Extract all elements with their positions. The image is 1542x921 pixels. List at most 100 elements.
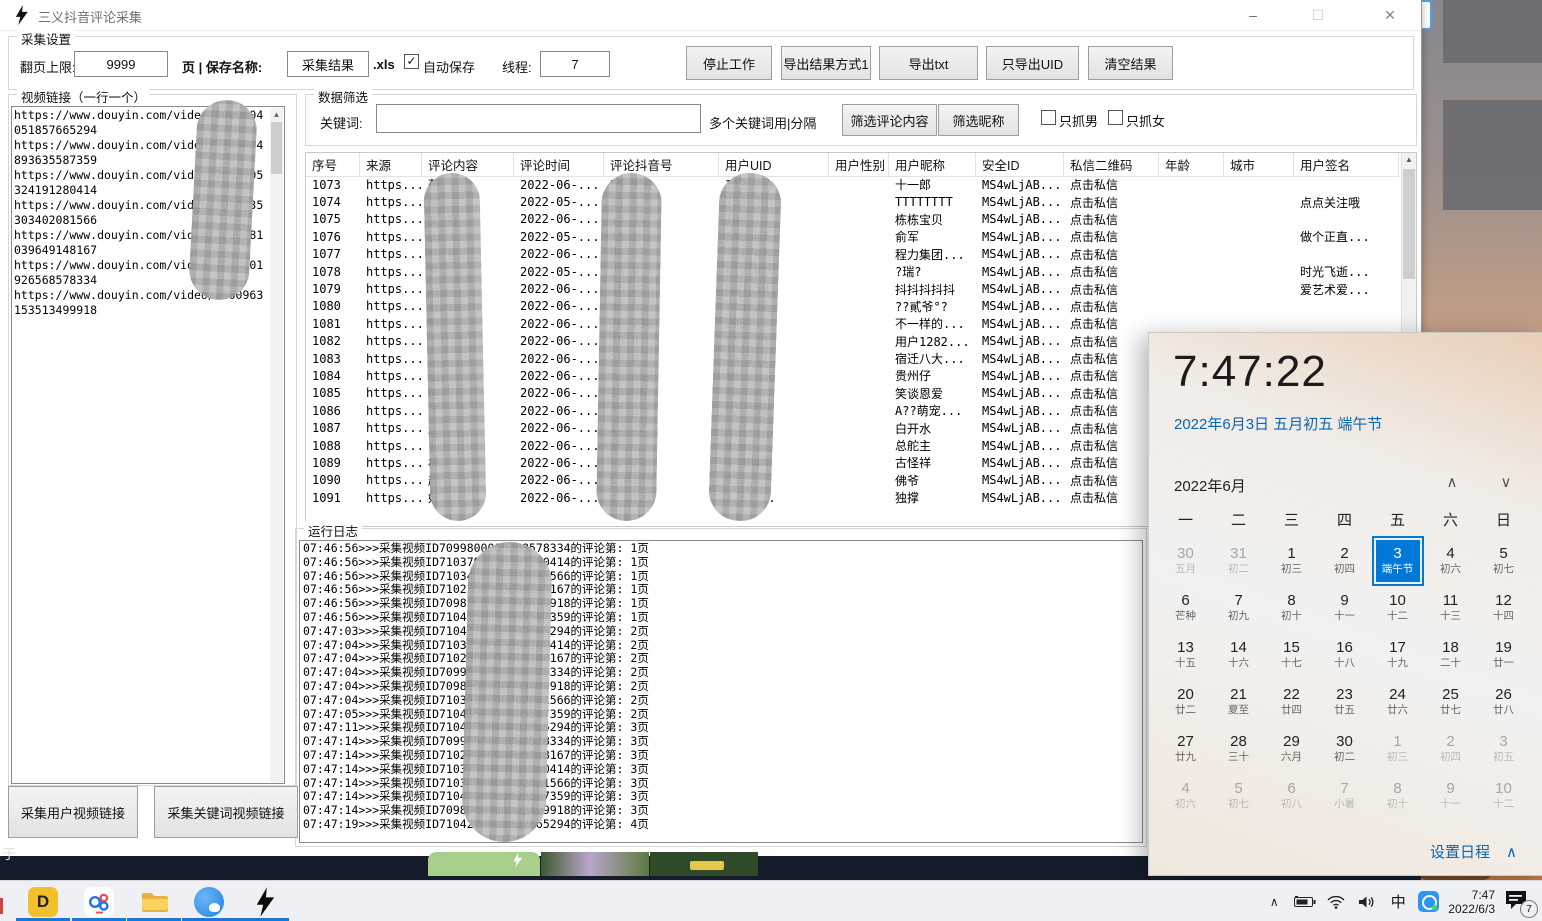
table-cell: MS4wLjAB... bbox=[976, 317, 1064, 331]
close-button[interactable]: ✕ bbox=[1370, 0, 1410, 30]
column-header[interactable]: 序号 bbox=[306, 153, 360, 176]
scroll-up-icon[interactable]: ▲ bbox=[1402, 155, 1416, 164]
calendar-day[interactable]: 17十九 bbox=[1371, 631, 1424, 678]
tray-qq-browser-icon[interactable] bbox=[1418, 891, 1439, 912]
volume-icon[interactable] bbox=[1356, 891, 1378, 913]
table-cell: 2022-06-... bbox=[514, 439, 604, 453]
calendar-day[interactable]: 1初三 bbox=[1371, 725, 1424, 772]
calendar-day[interactable]: 7小暑 bbox=[1318, 772, 1371, 819]
column-header[interactable]: 用户UID bbox=[719, 153, 829, 176]
keyword-input[interactable] bbox=[376, 104, 701, 133]
taskbar-file-explorer-icon[interactable] bbox=[140, 887, 170, 917]
threads-input[interactable]: 7 bbox=[540, 51, 610, 77]
calendar-day[interactable]: 3初五 bbox=[1477, 725, 1530, 772]
collect-keyword-videos-button[interactable]: 采集关键词视频链接 bbox=[154, 786, 298, 838]
calendar-day[interactable]: 2初四 bbox=[1424, 725, 1477, 772]
calendar-day[interactable]: 22廿四 bbox=[1265, 678, 1318, 725]
save-name-input[interactable]: 采集结果 bbox=[287, 51, 369, 77]
calendar-day[interactable]: 27廿九 bbox=[1159, 725, 1212, 772]
scroll-up-icon[interactable]: ▲ bbox=[270, 108, 283, 121]
calendar-day[interactable]: 23廿五 bbox=[1318, 678, 1371, 725]
calendar-day[interactable]: 8初十 bbox=[1265, 584, 1318, 631]
calendar-day[interactable]: 28三十 bbox=[1212, 725, 1265, 772]
table-scroll-thumb[interactable] bbox=[1403, 169, 1415, 279]
taskbar-douyin-tool-icon[interactable]: D bbox=[28, 887, 58, 917]
calendar-day[interactable]: 6初八 bbox=[1265, 772, 1318, 819]
minimize-button[interactable]: – bbox=[1233, 0, 1273, 30]
export-uid-only-button[interactable]: 只导出UID bbox=[986, 46, 1079, 80]
calendar-day[interactable]: 11十三 bbox=[1424, 584, 1477, 631]
calendar-day[interactable]: 18二十 bbox=[1424, 631, 1477, 678]
collect-user-videos-button[interactable]: 采集用户视频链接 bbox=[8, 786, 138, 838]
calendar-next-icon[interactable]: ∨ bbox=[1491, 473, 1521, 495]
calendar-day[interactable]: 2初四 bbox=[1318, 537, 1371, 584]
calendar-day[interactable]: 30初二 bbox=[1318, 725, 1371, 772]
calendar-prev-icon[interactable]: ∧ bbox=[1437, 473, 1467, 495]
calendar-day[interactable]: 5初七 bbox=[1477, 537, 1530, 584]
calendar-day[interactable]: 4初六 bbox=[1424, 537, 1477, 584]
column-header[interactable]: 用户昵称 bbox=[889, 153, 976, 176]
calendar-day[interactable]: 29六月 bbox=[1265, 725, 1318, 772]
female-only-checkbox[interactable] bbox=[1108, 110, 1123, 125]
column-header[interactable]: 年龄 bbox=[1159, 153, 1224, 176]
links-scrollbar[interactable]: ▲ bbox=[270, 108, 283, 782]
wifi-icon[interactable] bbox=[1325, 891, 1347, 913]
calendar-day-selected[interactable]: 3端午节 bbox=[1376, 540, 1420, 582]
calendar-day[interactable]: 10十二 bbox=[1371, 584, 1424, 631]
column-header[interactable]: 城市 bbox=[1224, 153, 1294, 176]
calendar-day[interactable]: 19廿一 bbox=[1477, 631, 1530, 678]
export-result-mode1-button[interactable]: 导出结果方式1 bbox=[781, 46, 871, 80]
calendar-day[interactable]: 13十五 bbox=[1159, 631, 1212, 678]
calendar-day[interactable]: 6芒种 bbox=[1159, 584, 1212, 631]
calendar-day[interactable]: 24廿六 bbox=[1371, 678, 1424, 725]
calendar-day[interactable]: 21夏至 bbox=[1212, 678, 1265, 725]
taskbar-collector-app-icon[interactable] bbox=[250, 887, 280, 917]
taskbar-qq-browser-icon[interactable] bbox=[194, 887, 224, 917]
column-header[interactable]: 用户性别 bbox=[829, 153, 889, 176]
calendar-day[interactable]: 12十四 bbox=[1477, 584, 1530, 631]
autosave-checkbox[interactable]: ✓ bbox=[404, 54, 419, 69]
run-log-box[interactable]: 07:46:56>>>采集视频ID7099800000008578334的评论第… bbox=[299, 540, 1143, 843]
clear-results-button[interactable]: 清空结果 bbox=[1088, 46, 1173, 80]
calendar-day[interactable]: 14十六 bbox=[1212, 631, 1265, 678]
column-header[interactable]: 来源 bbox=[360, 153, 422, 176]
tray-clock[interactable]: 7:47 2022/6/3 bbox=[1448, 888, 1495, 916]
calendar-day[interactable]: 10十二 bbox=[1477, 772, 1530, 819]
page-limit-input[interactable]: 9999 bbox=[74, 51, 168, 77]
links-scroll-thumb[interactable] bbox=[271, 122, 282, 174]
tray-chevron-icon[interactable]: ∧ bbox=[1263, 891, 1285, 913]
filter-comment-button[interactable]: 筛选评论内容 bbox=[842, 104, 937, 136]
calendar-day[interactable]: 20廿二 bbox=[1159, 678, 1212, 725]
column-header[interactable]: 安全ID bbox=[976, 153, 1064, 176]
notification-center-icon[interactable]: 7 bbox=[1504, 889, 1534, 915]
maximize-button[interactable]: ☐ bbox=[1298, 0, 1338, 30]
calendar-day[interactable]: 26廿八 bbox=[1477, 678, 1530, 725]
calendar-day[interactable]: 8初十 bbox=[1371, 772, 1424, 819]
column-header[interactable]: 用户签名 bbox=[1294, 153, 1399, 176]
calendar-day[interactable]: 7初九 bbox=[1212, 584, 1265, 631]
column-header[interactable]: 私信二维码 bbox=[1064, 153, 1159, 176]
column-header[interactable]: 评论抖音号 bbox=[604, 153, 719, 176]
collapse-chevron-icon[interactable]: ∧ bbox=[1506, 843, 1517, 861]
battery-icon[interactable] bbox=[1294, 891, 1316, 913]
column-header[interactable]: 评论时间 bbox=[514, 153, 604, 176]
calendar-day[interactable]: 4初六 bbox=[1159, 772, 1212, 819]
taskbar-baidu-netdisk-icon[interactable] bbox=[84, 887, 114, 917]
column-header[interactable]: 评论内容 bbox=[422, 153, 514, 176]
calendar-day[interactable]: 15十七 bbox=[1265, 631, 1318, 678]
filter-nickname-button[interactable]: 筛选昵称 bbox=[938, 104, 1019, 136]
set-schedule-link[interactable]: 设置日程 bbox=[1430, 841, 1490, 862]
calendar-day[interactable]: 9十一 bbox=[1318, 584, 1371, 631]
calendar-day[interactable]: 16十八 bbox=[1318, 631, 1371, 678]
calendar-day[interactable]: 5初七 bbox=[1212, 772, 1265, 819]
calendar-day[interactable]: 1初三 bbox=[1265, 537, 1318, 584]
calendar-day[interactable]: 31初二 bbox=[1212, 537, 1265, 584]
stop-work-button[interactable]: 停止工作 bbox=[686, 46, 772, 80]
calendar-day[interactable]: 30五月 bbox=[1159, 537, 1212, 584]
ime-indicator[interactable]: 中 bbox=[1387, 891, 1409, 913]
titlebar[interactable]: 三义抖音评论采集 – ☐ ✕ bbox=[0, 0, 1421, 31]
calendar-day[interactable]: 9十一 bbox=[1424, 772, 1477, 819]
export-txt-button[interactable]: 导出txt bbox=[879, 46, 978, 80]
calendar-day[interactable]: 25廿七 bbox=[1424, 678, 1477, 725]
male-only-checkbox[interactable] bbox=[1041, 110, 1056, 125]
